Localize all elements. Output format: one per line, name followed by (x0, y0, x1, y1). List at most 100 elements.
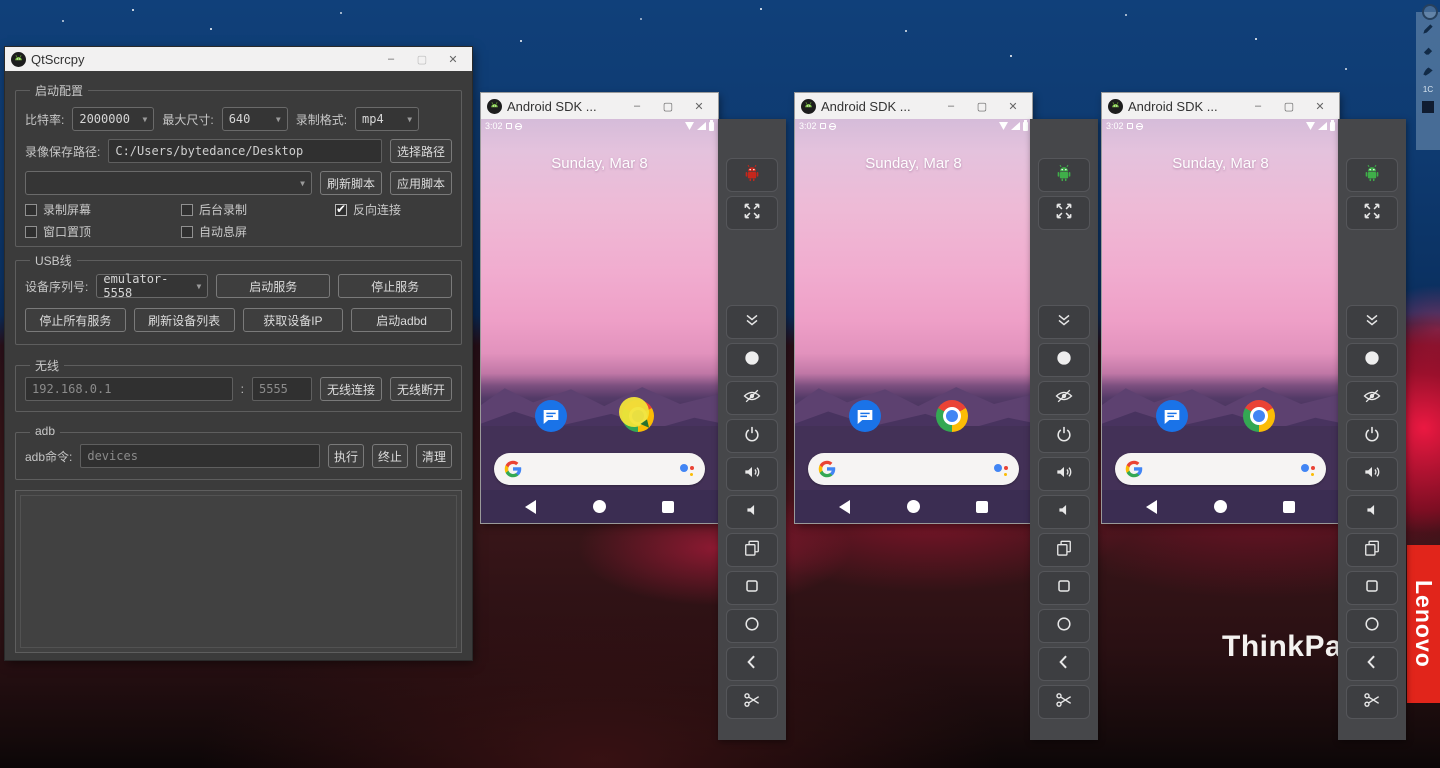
filled-square-icon[interactable] (1422, 101, 1434, 113)
touch-dot-button[interactable] (1038, 343, 1090, 377)
stop-service-button[interactable]: 停止服务 (338, 274, 452, 298)
nav-recent-button[interactable] (1283, 501, 1295, 513)
messages-app-icon[interactable] (535, 400, 567, 432)
adb-command-input[interactable] (80, 444, 320, 468)
nav-back-button[interactable] (1146, 500, 1157, 514)
emulator-2-titlebar[interactable]: Android SDK ... – ▢ ✕ (795, 93, 1032, 119)
bitrate-combo[interactable]: 2000000▼ (72, 107, 154, 131)
minimize-button[interactable]: – (378, 53, 404, 65)
touch-dot-button[interactable] (726, 343, 778, 377)
app-switch-button[interactable] (1346, 533, 1398, 567)
refresh-script-button[interactable]: 刷新脚本 (320, 171, 382, 195)
group-control-button[interactable] (1346, 158, 1398, 192)
marker-icon[interactable] (1421, 64, 1435, 78)
group-control-button[interactable] (1038, 158, 1090, 192)
stop-all-services-button[interactable]: 停止所有服务 (25, 308, 126, 332)
maximize-button[interactable]: ▢ (409, 53, 435, 66)
close-button[interactable]: ✕ (1307, 100, 1333, 113)
apply-script-button[interactable]: 应用脚本 (390, 171, 452, 195)
record-screen-checkbox[interactable]: 录制屏幕 (25, 201, 173, 218)
nav-home-button[interactable] (907, 500, 920, 513)
app-switch-button[interactable] (726, 533, 778, 567)
volume-down-button[interactable] (726, 495, 778, 529)
google-search-bar[interactable] (494, 453, 705, 485)
screen-off-button[interactable] (1346, 381, 1398, 415)
max-size-combo[interactable]: 640▼ (222, 107, 288, 131)
wireless-disconnect-button[interactable]: 无线断开 (390, 377, 452, 401)
home-button[interactable] (1346, 609, 1398, 643)
script-combo[interactable]: ▼ (25, 171, 312, 195)
expand-notifications-button[interactable] (726, 305, 778, 339)
window-on-top-checkbox[interactable]: 窗口置顶 (25, 223, 173, 240)
app-switch-button[interactable] (1038, 533, 1090, 567)
fullscreen-button[interactable] (1038, 196, 1090, 230)
choose-path-button[interactable]: 选择路径 (390, 139, 452, 163)
wireless-port-input[interactable] (252, 377, 312, 401)
google-search-bar[interactable] (808, 453, 1019, 485)
screenshot-button[interactable] (1346, 685, 1398, 719)
emulator-3-titlebar[interactable]: Android SDK ... – ▢ ✕ (1102, 93, 1339, 119)
chrome-app-icon[interactable] (1243, 400, 1275, 432)
screenshot-button[interactable] (726, 685, 778, 719)
messages-app-icon[interactable] (1156, 400, 1188, 432)
home-button[interactable] (726, 609, 778, 643)
fullscreen-button[interactable] (726, 196, 778, 230)
google-search-bar[interactable] (1115, 453, 1326, 485)
google-assistant-icon[interactable] (993, 461, 1009, 477)
minimize-button[interactable]: – (624, 100, 650, 112)
emulator-2-screen[interactable]: 3:02 Sunday, Mar 8 (795, 119, 1032, 523)
nav-recent-button[interactable] (662, 501, 674, 513)
record-format-combo[interactable]: mp4▼ (355, 107, 419, 131)
device-serial-combo[interactable]: emulator-5558▼ (96, 274, 208, 298)
maximize-button[interactable]: ▢ (969, 100, 995, 113)
minimize-button[interactable]: – (938, 100, 964, 112)
menu-button[interactable] (726, 571, 778, 605)
nav-recent-button[interactable] (976, 501, 988, 513)
group-control-button[interactable] (726, 158, 778, 192)
menu-button[interactable] (1038, 571, 1090, 605)
menu-button[interactable] (1346, 571, 1398, 605)
volume-up-button[interactable] (1038, 457, 1090, 491)
adb-execute-button[interactable]: 执行 (328, 444, 364, 468)
screen-off-button[interactable] (726, 381, 778, 415)
emulator-3-screen[interactable]: 3:02 Sunday, Mar 8 (1102, 119, 1339, 523)
wireless-ip-input[interactable] (25, 377, 233, 401)
maximize-button[interactable]: ▢ (1276, 100, 1302, 113)
adb-terminate-button[interactable]: 终止 (372, 444, 408, 468)
refresh-device-list-button[interactable]: 刷新设备列表 (134, 308, 235, 332)
nav-home-button[interactable] (1214, 500, 1227, 513)
messages-app-icon[interactable] (849, 400, 881, 432)
fullscreen-button[interactable] (1346, 196, 1398, 230)
expand-notifications-button[interactable] (1038, 305, 1090, 339)
volume-down-button[interactable] (1346, 495, 1398, 529)
close-button[interactable]: ✕ (686, 100, 712, 113)
home-button[interactable] (1038, 609, 1090, 643)
volume-up-button[interactable] (1346, 457, 1398, 491)
minimize-button[interactable]: – (1245, 100, 1271, 112)
reverse-connect-checkbox[interactable]: 反向连接 (335, 201, 401, 218)
back-button[interactable] (726, 647, 778, 681)
emulator-1-screen[interactable]: 3:02 Sunday, Mar 8 (481, 119, 718, 523)
qtscrcpy-titlebar[interactable]: QtScrcpy – ▢ ✕ (5, 47, 472, 71)
nav-back-button[interactable] (525, 500, 536, 514)
auto-screen-off-checkbox[interactable]: 自动息屏 (181, 223, 247, 240)
power-button[interactable] (1038, 419, 1090, 453)
close-button[interactable]: ✕ (440, 53, 466, 66)
get-device-ip-button[interactable]: 获取设备IP (243, 308, 344, 332)
power-button[interactable] (726, 419, 778, 453)
volume-up-button[interactable] (726, 457, 778, 491)
log-output-area[interactable] (15, 490, 462, 653)
maximize-button[interactable]: ▢ (655, 100, 681, 113)
start-adbd-button[interactable]: 启动adbd (351, 308, 452, 332)
expand-notifications-button[interactable] (1346, 305, 1398, 339)
power-button[interactable] (1346, 419, 1398, 453)
background-record-checkbox[interactable]: 后台录制 (181, 201, 327, 218)
screen-off-button[interactable] (1038, 381, 1090, 415)
nav-back-button[interactable] (839, 500, 850, 514)
nav-home-button[interactable] (593, 500, 606, 513)
back-button[interactable] (1038, 647, 1090, 681)
google-assistant-icon[interactable] (1300, 461, 1316, 477)
save-path-input[interactable] (108, 139, 382, 163)
emulator-1-titlebar[interactable]: Android SDK ... – ▢ ✕ (481, 93, 718, 119)
touch-dot-button[interactable] (1346, 343, 1398, 377)
